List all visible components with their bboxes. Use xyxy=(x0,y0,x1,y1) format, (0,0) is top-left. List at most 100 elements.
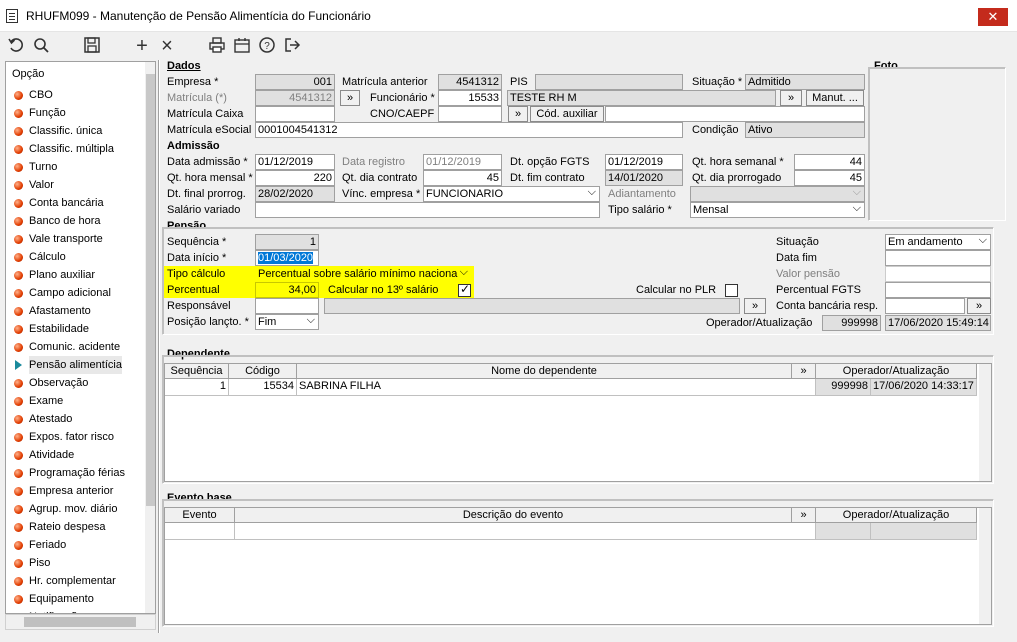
valor-pensao-field[interactable] xyxy=(885,266,991,282)
pis-field[interactable] xyxy=(535,74,683,90)
data-admissao-field[interactable]: 01/12/2019 xyxy=(255,154,335,170)
ev-col-evento[interactable]: Evento xyxy=(165,508,235,523)
sidebar-item-label: Conta bancária xyxy=(29,197,104,209)
search-icon[interactable] xyxy=(31,36,51,56)
dt-opcao-fgts-label: Dt. opção FGTS xyxy=(510,156,590,168)
matricula-label: Matrícula (*) xyxy=(167,92,227,104)
sidebar-item-label: Função xyxy=(29,107,66,119)
evento-grid[interactable]: Evento Descrição do evento » Operador/At… xyxy=(164,507,992,625)
sidebar-item-label: Banco de hora xyxy=(29,215,101,227)
dependente-scrollbar[interactable] xyxy=(979,364,991,481)
table-row[interactable] xyxy=(165,523,977,540)
cod-auxiliar-field[interactable] xyxy=(605,106,865,122)
responsavel-field[interactable] xyxy=(255,298,319,314)
calendar-icon[interactable] xyxy=(232,36,252,56)
admissao-header: Admissão xyxy=(167,140,220,152)
qt-dia-prorrogado-field[interactable]: 45 xyxy=(794,170,865,186)
cod-auxiliar-button[interactable]: Cód. auxiliar xyxy=(530,106,604,122)
operador-label: Operador/Atualização xyxy=(706,317,813,329)
matricula-anterior-field[interactable]: 4541312 xyxy=(438,74,502,90)
manut-button[interactable]: Manut. ... xyxy=(806,90,864,106)
conta-bancaria-nav-button[interactable]: » xyxy=(967,298,991,314)
table-row[interactable]: 1 15534 SABRINA FILHA 999998 17/06/2020 … xyxy=(165,379,977,396)
sidebar-item-label: Vale transporte xyxy=(29,233,103,245)
pensao-situacao-select[interactable]: Em andamento xyxy=(885,234,991,250)
data-fim-field[interactable] xyxy=(885,250,991,266)
bullet-icon xyxy=(14,595,23,604)
situacao-field[interactable]: Admitido xyxy=(745,74,865,90)
cno-field[interactable] xyxy=(438,106,502,122)
ev-col-operador[interactable]: Operador/Atualização xyxy=(816,508,977,523)
matricula-nav-button[interactable]: » xyxy=(340,90,360,106)
vinc-empresa-select[interactable]: FUNCIONARIO xyxy=(423,186,600,202)
bullet-icon xyxy=(14,577,23,586)
sidebar-item-label: Comunic. acidente xyxy=(29,341,121,353)
splitter[interactable] xyxy=(158,60,160,633)
ev-col-nav[interactable]: » xyxy=(792,508,816,523)
exit-icon[interactable] xyxy=(282,36,302,56)
valor-pensao-label: Valor pensão xyxy=(776,268,841,280)
undo-icon[interactable] xyxy=(6,36,26,56)
foto-frame xyxy=(868,67,1006,221)
qt-hora-mensal-field[interactable]: 220 xyxy=(255,170,335,186)
condicao-field[interactable]: Ativo xyxy=(745,122,865,138)
ev-col-descricao[interactable]: Descrição do evento xyxy=(235,508,792,523)
data-registro-field[interactable]: 01/12/2019 xyxy=(423,154,502,170)
matricula-field[interactable]: 4541312 xyxy=(255,90,335,106)
tipo-calculo-select[interactable]: Percentual sobre salário mínimo naciona xyxy=(255,266,472,282)
matricula-caixa-label: Matrícula Caixa xyxy=(167,108,244,120)
data-admissao-label: Data admissão * xyxy=(167,156,248,168)
cno-nav-button[interactable]: » xyxy=(508,106,528,122)
sequencia-field[interactable]: 1 xyxy=(255,234,319,250)
funcionario-field[interactable]: 15533 xyxy=(438,90,502,106)
dt-opcao-fgts-field[interactable]: 01/12/2019 xyxy=(605,154,683,170)
percentual-fgts-field[interactable] xyxy=(885,282,991,298)
arrow-icon xyxy=(15,360,22,370)
responsavel-name-field[interactable] xyxy=(324,298,740,314)
sequencia-label: Sequência * xyxy=(167,236,227,248)
dependente-grid[interactable]: Sequência Código Nome do dependente » Op… xyxy=(164,363,992,482)
ev-evento-cell xyxy=(165,523,235,539)
dep-col-nav[interactable]: » xyxy=(792,364,816,379)
qt-hora-semanal-field[interactable]: 44 xyxy=(794,154,865,170)
data-inicio-field[interactable]: 01/03/2020 xyxy=(255,250,319,266)
percentual-fgts-label: Percentual FGTS xyxy=(776,284,861,296)
matricula-esocial-label: Matrícula eSocial xyxy=(167,124,252,136)
dep-seq-cell: 1 xyxy=(165,379,229,395)
delete-icon[interactable]: × xyxy=(157,36,177,56)
dt-fim-contrato-field[interactable]: 14/01/2020 xyxy=(605,170,683,186)
percentual-field[interactable]: 34,00 xyxy=(255,282,319,298)
add-icon[interactable]: + xyxy=(132,36,152,56)
save-icon[interactable] xyxy=(82,36,102,56)
dep-col-nome[interactable]: Nome do dependente xyxy=(297,364,792,379)
close-button[interactable]: ✕ xyxy=(978,8,1008,26)
conta-bancaria-field[interactable] xyxy=(885,298,965,314)
print-icon[interactable] xyxy=(207,36,227,56)
operador-field: 999998 xyxy=(822,315,881,331)
dt-final-prorrog-field[interactable]: 28/02/2020 xyxy=(255,186,335,202)
qt-dia-contrato-field[interactable]: 45 xyxy=(423,170,502,186)
funcionario-name-field[interactable]: TESTE RH M xyxy=(507,90,776,106)
dep-col-sequencia[interactable]: Sequência xyxy=(165,364,229,379)
evento-scrollbar[interactable] xyxy=(979,508,991,624)
bullet-icon xyxy=(14,469,23,478)
matricula-esocial-field[interactable]: 0001004541312 xyxy=(255,122,683,138)
options-hscrollbar-thumb[interactable] xyxy=(24,617,136,627)
dep-col-codigo[interactable]: Código xyxy=(229,364,297,379)
calc-plr-checkbox[interactable] xyxy=(725,284,738,297)
tipo-salario-label: Tipo salário * xyxy=(608,204,672,216)
help-icon[interactable]: ? xyxy=(257,36,277,56)
funcionario-nav-button[interactable]: » xyxy=(780,90,802,106)
calc-13-checkbox[interactable]: ✓ xyxy=(458,282,471,297)
salario-variado-field[interactable] xyxy=(255,202,600,218)
adiantamento-select[interactable] xyxy=(690,186,865,202)
responsavel-nav-button[interactable]: » xyxy=(744,298,766,314)
tipo-salario-select[interactable]: Mensal xyxy=(690,202,865,218)
empresa-field[interactable]: 001 xyxy=(255,74,335,90)
dep-col-operador[interactable]: Operador/Atualização xyxy=(816,364,977,379)
matricula-caixa-field[interactable] xyxy=(255,106,335,122)
bullet-icon xyxy=(14,451,23,460)
posicao-select[interactable]: Fim xyxy=(255,314,319,330)
options-scrollbar-thumb[interactable] xyxy=(146,74,155,506)
sidebar-item-label: Expos. fator risco xyxy=(29,431,114,443)
